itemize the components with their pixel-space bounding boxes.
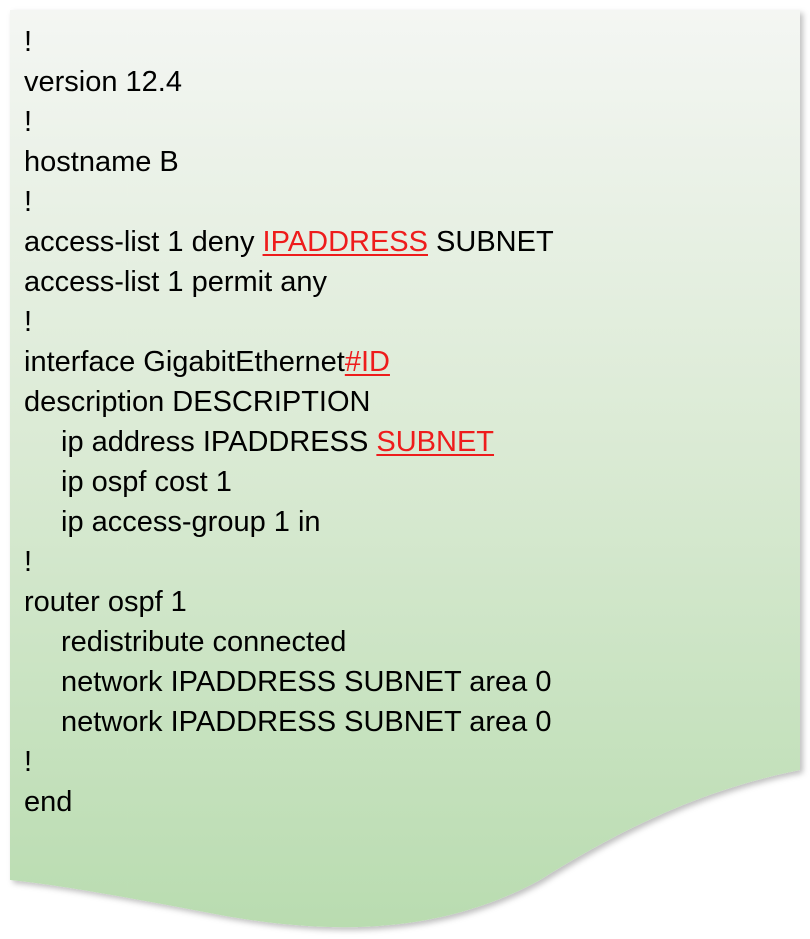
config-line: network IPADDRESS SUBNET area 0 [24,662,554,702]
config-text-segment: network IPADDRESS SUBNET area 0 [61,706,552,738]
config-text-segment: ip access-group 1 in [61,506,321,538]
placeholder-highlight: #ID [344,346,390,378]
config-line: network IPADDRESS SUBNET area 0 [24,702,554,742]
config-text-segment: access-list 1 deny [24,226,263,258]
config-text-segment: redistribute connected [61,626,347,658]
config-text-segment: ! [24,106,33,138]
placeholder-highlight: SUBNET [376,426,495,458]
config-text-segment: hostname B [24,146,179,178]
config-line: redistribute connected [24,622,554,662]
config-line: end [24,782,554,822]
config-line: ! [24,102,554,142]
config-text-segment: version 12.4 [24,66,182,98]
config-line: description DESCRIPTION [24,382,554,422]
config-text-segment: end [24,786,73,818]
config-text-segment: description DESCRIPTION [24,386,371,418]
config-line: router ospf 1 [24,582,554,622]
config-text-segment: SUBNET [428,226,554,258]
config-line: ip access-group 1 in [24,502,554,542]
config-text-segment: router ospf 1 [24,586,187,618]
config-text-segment: ! [24,186,33,218]
config-text-segment: interface GigabitEthernet [24,346,345,378]
config-line: hostname B [24,142,554,182]
config-line: access-list 1 permit any [24,262,554,302]
config-line: ! [24,302,554,342]
config-text-segment: ip address IPADDRESS [61,426,377,458]
config-line: ! [24,22,554,62]
config-text: ! version 12.4! hostname B! access-list 1 d… [24,22,554,822]
config-text-segment: ! [24,746,33,778]
config-line: interface GigabitEthernet#ID [24,342,554,382]
config-line: ip ospf cost 1 [24,462,554,502]
config-text-segment: ! [24,546,33,578]
config-line: ! [24,182,554,222]
config-text-segment: access-list 1 permit any [24,266,327,298]
config-line: ! [24,542,554,582]
config-text-segment: network IPADDRESS SUBNET area 0 [61,666,552,698]
config-text-segment: ip ospf cost 1 [61,466,232,498]
config-line: ip address IPADDRESS SUBNET [24,422,554,462]
placeholder-highlight: IPADDRESS [262,226,428,258]
config-text-segment: ! [24,26,33,58]
config-text-segment: ! [24,306,33,338]
config-line: ! [24,742,554,782]
config-line: access-list 1 deny IPADDRESS SUBNET [24,222,554,262]
config-line: version 12.4 [24,62,554,102]
